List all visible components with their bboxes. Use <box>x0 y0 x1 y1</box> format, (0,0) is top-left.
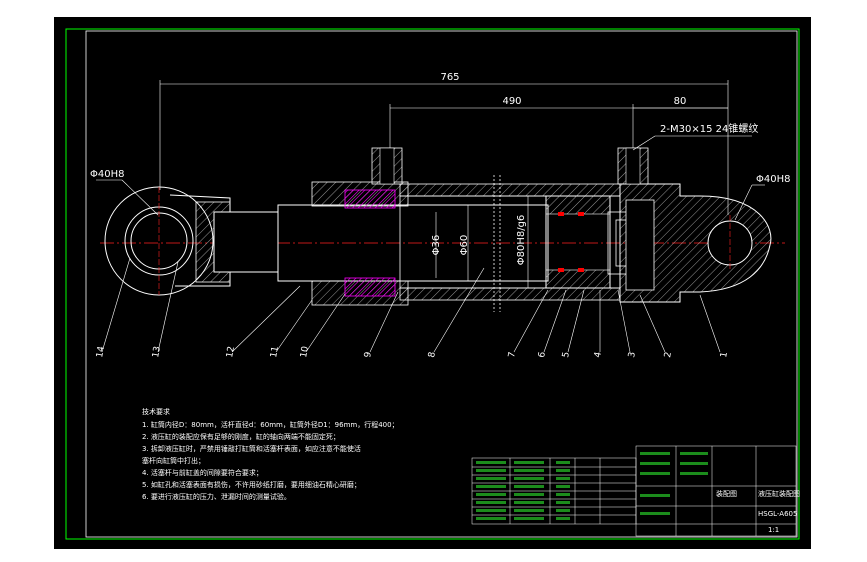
dim-rod-dia: Φ36 <box>431 235 442 256</box>
left-rod-eye <box>104 186 279 296</box>
cad-drawing-canvas[interactable]: 765 490 80 2-M30×15 24锥螺纹 Φ40H8 Φ40H8 Φ3… <box>54 17 811 549</box>
balloon-6: 6 <box>537 351 548 359</box>
title-scale: 1:1 <box>768 526 779 534</box>
balloon-2: 2 <box>663 351 674 358</box>
title-material: 装配图 <box>716 489 737 498</box>
parts-list <box>471 457 637 525</box>
oil-port-front <box>371 147 403 185</box>
tech-note-7: 6. 要进行液压缸的压力、泄漏时间的测量试验。 <box>142 492 291 501</box>
balloon-7: 7 <box>507 351 518 358</box>
balloon-14: 14 <box>95 345 107 358</box>
tech-notes-title: 技术要求 <box>142 407 170 416</box>
balloon-10: 10 <box>299 345 311 358</box>
tech-note-5: 4. 活塞杆与前缸盖的间隙要符合要求； <box>142 468 263 477</box>
front-cover <box>311 181 409 306</box>
rear-end-cap <box>619 183 772 303</box>
balloon-12: 12 <box>225 346 237 359</box>
balloon-1: 1 <box>719 351 730 358</box>
tech-note-1: 1. 缸筒内径D：80mm，活杆直径d：60mm，缸筒外径D1：96mm，行程4… <box>142 420 399 429</box>
dim-piston-fit: Φ80H8/g6 <box>516 215 527 266</box>
dim-overall-length: 765 <box>440 72 459 83</box>
dim-bore-inner: Φ60 <box>459 235 470 256</box>
balloon-9: 9 <box>363 351 374 359</box>
dim-left-pin: Φ40H8 <box>90 169 124 180</box>
dim-stroke-length: 490 <box>502 96 521 107</box>
parts-list-fill <box>476 461 570 520</box>
oil-port-rear <box>617 147 649 185</box>
balloon-labels: 1 2 3 4 5 6 7 8 9 10 11 12 13 14 <box>95 345 730 358</box>
tech-note-4: 塞杆向缸筒中打出； <box>142 456 205 465</box>
cad-viewport: 765 490 80 2-M30×15 24锥螺纹 Φ40H8 Φ40H8 Φ3… <box>0 0 867 562</box>
balloon-4: 4 <box>593 351 604 359</box>
dim-right-pin: Φ40H8 <box>756 174 790 185</box>
dim-port-thread: 2-M30×15 24锥螺纹 <box>660 122 758 135</box>
tech-note-3: 3. 拆卸液压缸时，严禁用锤敲打缸筒和活塞杆表面，如应注意不能使活 <box>142 444 361 453</box>
title-drawing-number: HSGL-A605 <box>758 510 797 518</box>
balloon-8: 8 <box>427 351 438 359</box>
balloon-13: 13 <box>151 346 163 359</box>
balloon-11: 11 <box>269 346 281 359</box>
title-block-fill <box>640 452 708 515</box>
balloon-3: 3 <box>627 351 638 358</box>
balloon-5: 5 <box>561 351 572 358</box>
tech-note-2: 2. 液压缸的装配应保有足够的刚度，缸的轴向两端不能固定死； <box>142 432 340 441</box>
title-drawing-name: 液压缸装配图 <box>758 489 800 498</box>
tech-note-6: 5. 如缸孔和活塞表面有损伤，不许用砂纸打磨，要用细油石精心研磨； <box>142 480 361 489</box>
technical-notes: 技术要求 1. 缸筒内径D：80mm，活杆直径d：60mm，缸筒外径D1：96m… <box>142 407 399 501</box>
dim-end-offset: 80 <box>674 96 687 107</box>
